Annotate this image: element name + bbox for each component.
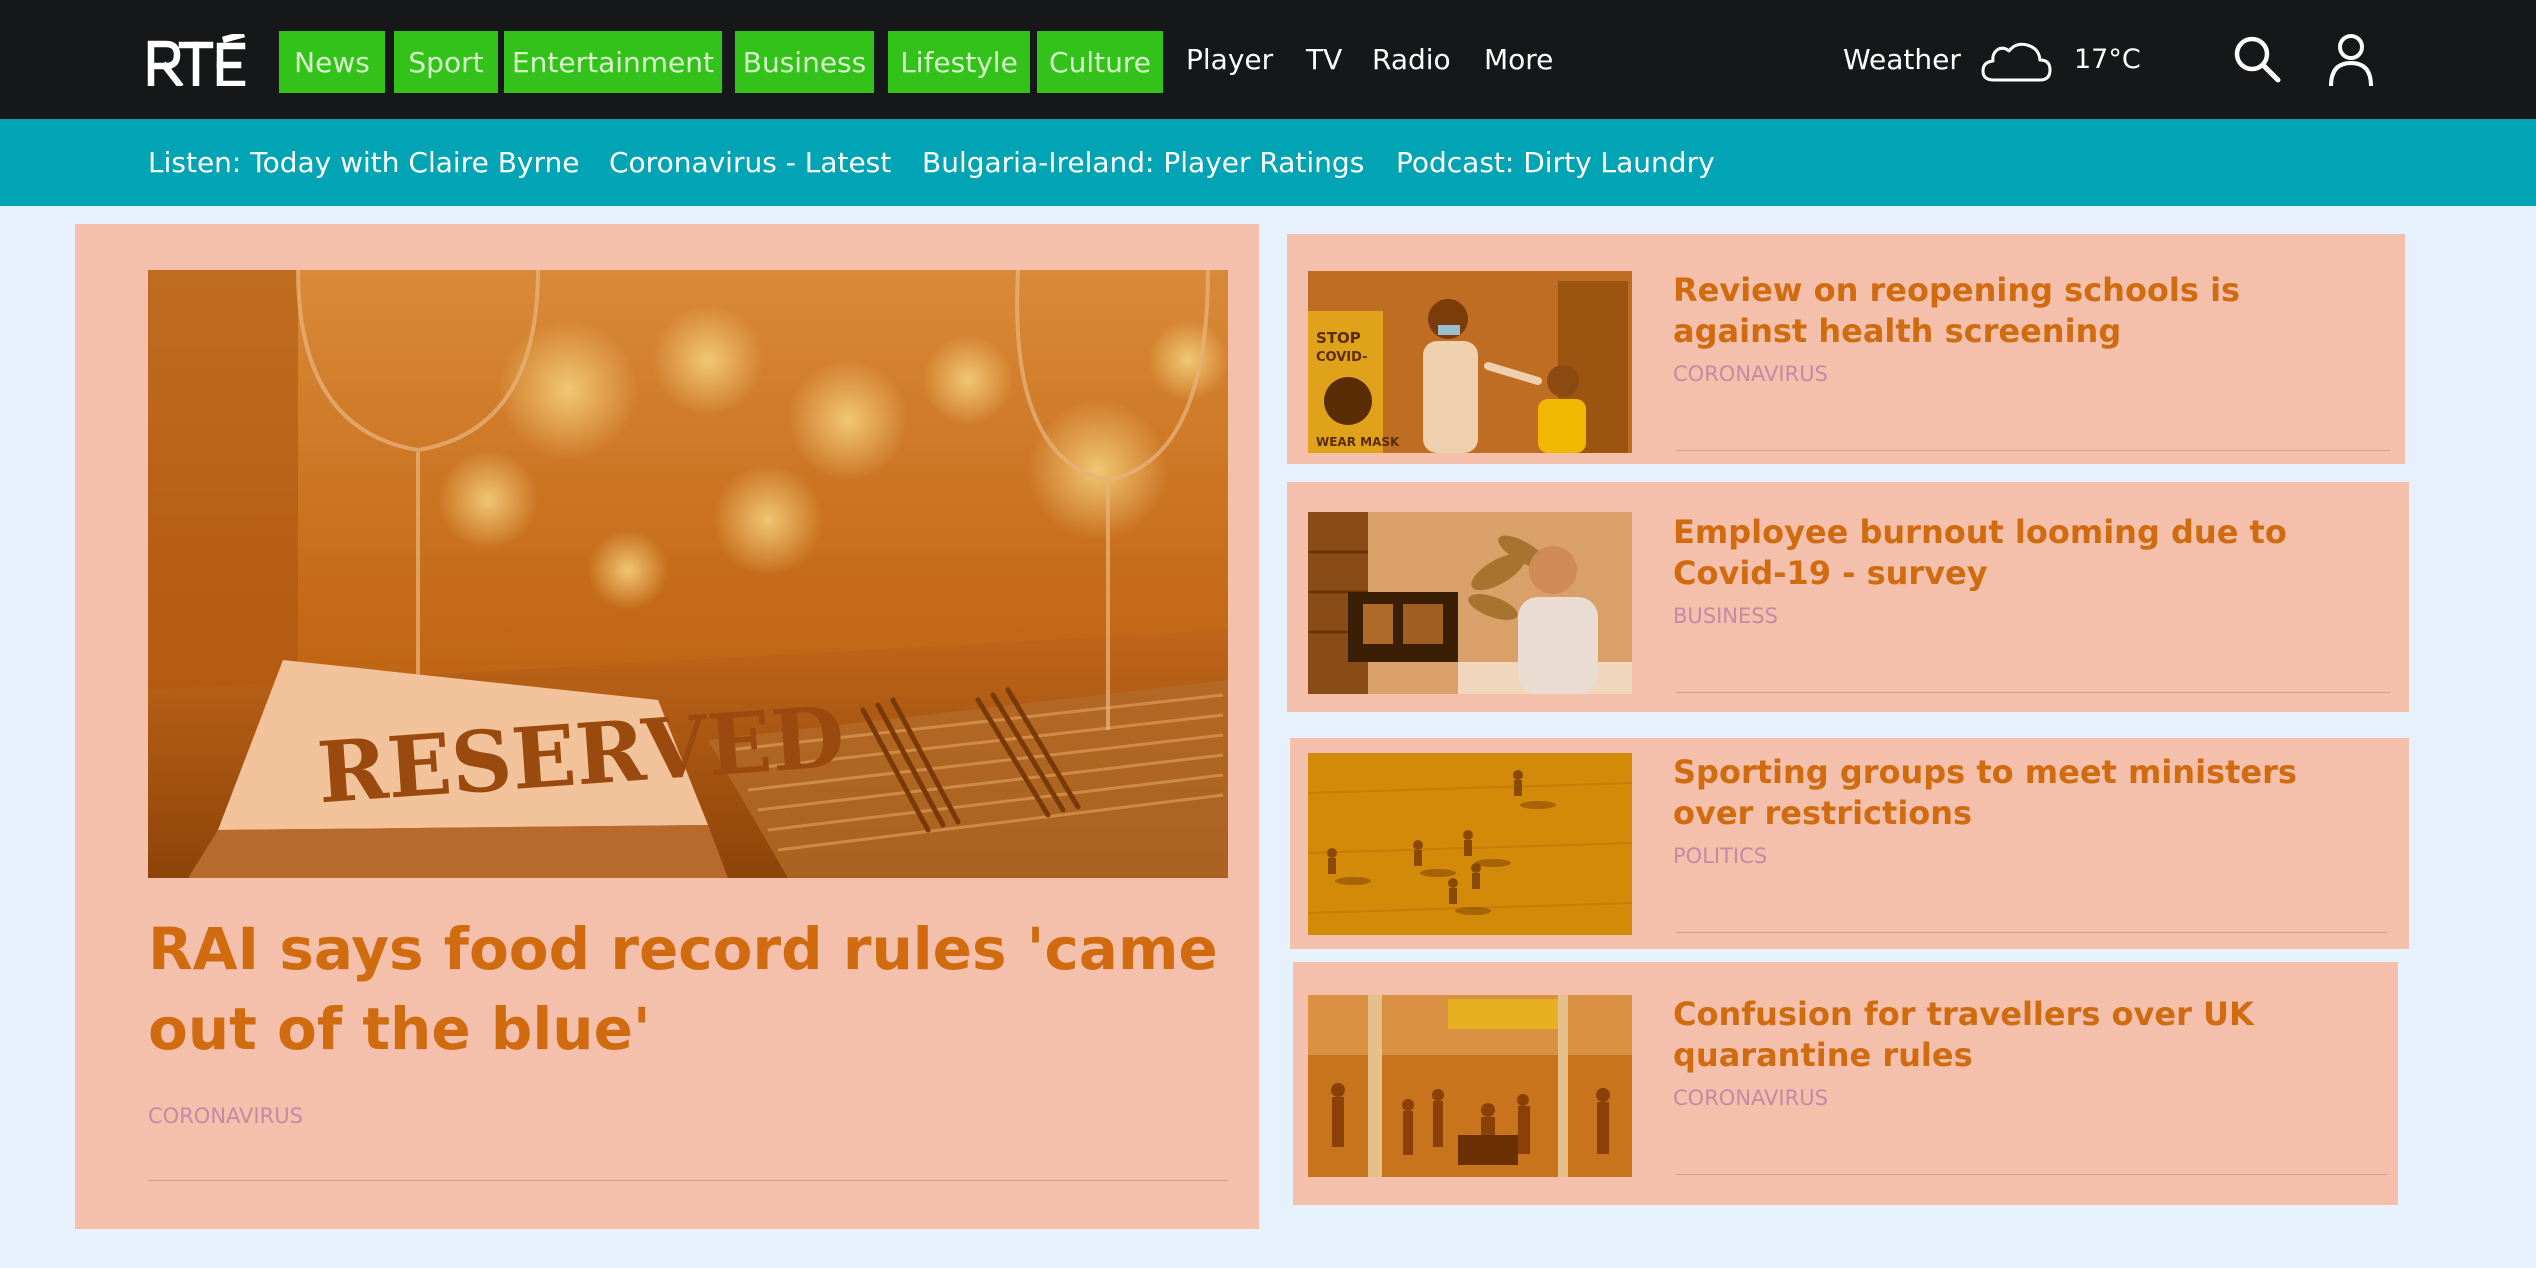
lead-story[interactable]: RESERVED RAI says food record rules 'cam… <box>75 224 1259 1229</box>
story-card[interactable]: Sporting groups to meet ministers over r… <box>1290 738 2409 949</box>
nav-tv[interactable]: TV <box>1306 0 1342 119</box>
story-headline[interactable]: Review on reopening schools is against h… <box>1673 270 2373 352</box>
divider <box>148 1180 1228 1181</box>
divider <box>1676 1174 2387 1175</box>
trending-link[interactable]: Coronavirus - Latest <box>609 119 891 206</box>
story-card[interactable]: Confusion for travellers over UK quarant… <box>1293 962 2398 1205</box>
trending-link[interactable]: Bulgaria-Ireland: Player Ratings <box>922 119 1364 206</box>
nav-business[interactable]: Business <box>735 31 874 93</box>
home-office-image <box>1308 512 1632 694</box>
school-screening-image: STOP COVID- WEAR MASK <box>1308 271 1632 453</box>
nav-lifestyle[interactable]: Lifestyle <box>888 31 1030 93</box>
story-headline[interactable]: Sporting groups to meet ministers over r… <box>1673 752 2373 834</box>
temperature-value[interactable]: 17°C <box>2074 0 2141 119</box>
story-headline[interactable]: Employee burnout looming due to Covid-19… <box>1673 512 2373 594</box>
restaurant-table-image: RESERVED <box>148 270 1228 878</box>
lead-story-headline[interactable]: RAI says food record rules 'came out of … <box>148 909 1228 1069</box>
divider <box>1676 450 2390 451</box>
nav-news[interactable]: News <box>279 31 385 93</box>
nav-player[interactable]: Player <box>1186 0 1273 119</box>
search-icon[interactable] <box>2232 34 2282 84</box>
nav-culture[interactable]: Culture <box>1037 31 1163 93</box>
divider <box>1676 932 2387 933</box>
story-image[interactable]: STOP COVID- WEAR MASK <box>1308 271 1632 453</box>
story-headline[interactable]: Confusion for travellers over UK quarant… <box>1673 994 2373 1076</box>
cloud-icon[interactable] <box>1980 36 2052 84</box>
svg-text:COVID-: COVID- <box>1316 350 1368 365</box>
svg-text:WEAR MASK: WEAR MASK <box>1316 435 1400 449</box>
lead-story-category[interactable]: CORONAVIRUS <box>148 1104 303 1128</box>
airport-travellers-image <box>1308 995 1632 1177</box>
nav-entertainment[interactable]: Entertainment <box>504 31 722 93</box>
lead-story-image[interactable]: RESERVED <box>148 270 1228 878</box>
sports-pitch-image <box>1308 753 1632 935</box>
user-icon[interactable] <box>2328 32 2374 88</box>
story-image[interactable] <box>1308 512 1632 694</box>
trending-link[interactable]: Listen: Today with Claire Byrne <box>148 119 580 206</box>
story-category[interactable]: POLITICS <box>1673 844 1767 868</box>
svg-text:STOP: STOP <box>1316 329 1361 347</box>
top-navigation-bar: News Sport Entertainment Business Lifest… <box>0 0 2536 119</box>
nav-radio[interactable]: Radio <box>1372 0 1451 119</box>
story-card[interactable]: STOP COVID- WEAR MASK Review on reopenin… <box>1287 234 2405 464</box>
trending-bar: Listen: Today with Claire Byrne Coronavi… <box>0 119 2536 206</box>
story-card[interactable]: Employee burnout looming due to Covid-19… <box>1287 482 2409 712</box>
trending-link[interactable]: Podcast: Dirty Laundry <box>1396 119 1715 206</box>
nav-sport[interactable]: Sport <box>394 31 498 93</box>
story-category[interactable]: BUSINESS <box>1673 604 1778 628</box>
story-image[interactable] <box>1308 995 1632 1177</box>
nav-more[interactable]: More <box>1484 0 1553 119</box>
divider <box>1676 692 2390 693</box>
story-image[interactable] <box>1308 753 1632 935</box>
story-category[interactable]: CORONAVIRUS <box>1673 1086 1828 1110</box>
story-category[interactable]: CORONAVIRUS <box>1673 362 1828 386</box>
weather-label[interactable]: Weather <box>1843 0 1961 119</box>
rte-logo[interactable] <box>146 34 246 86</box>
